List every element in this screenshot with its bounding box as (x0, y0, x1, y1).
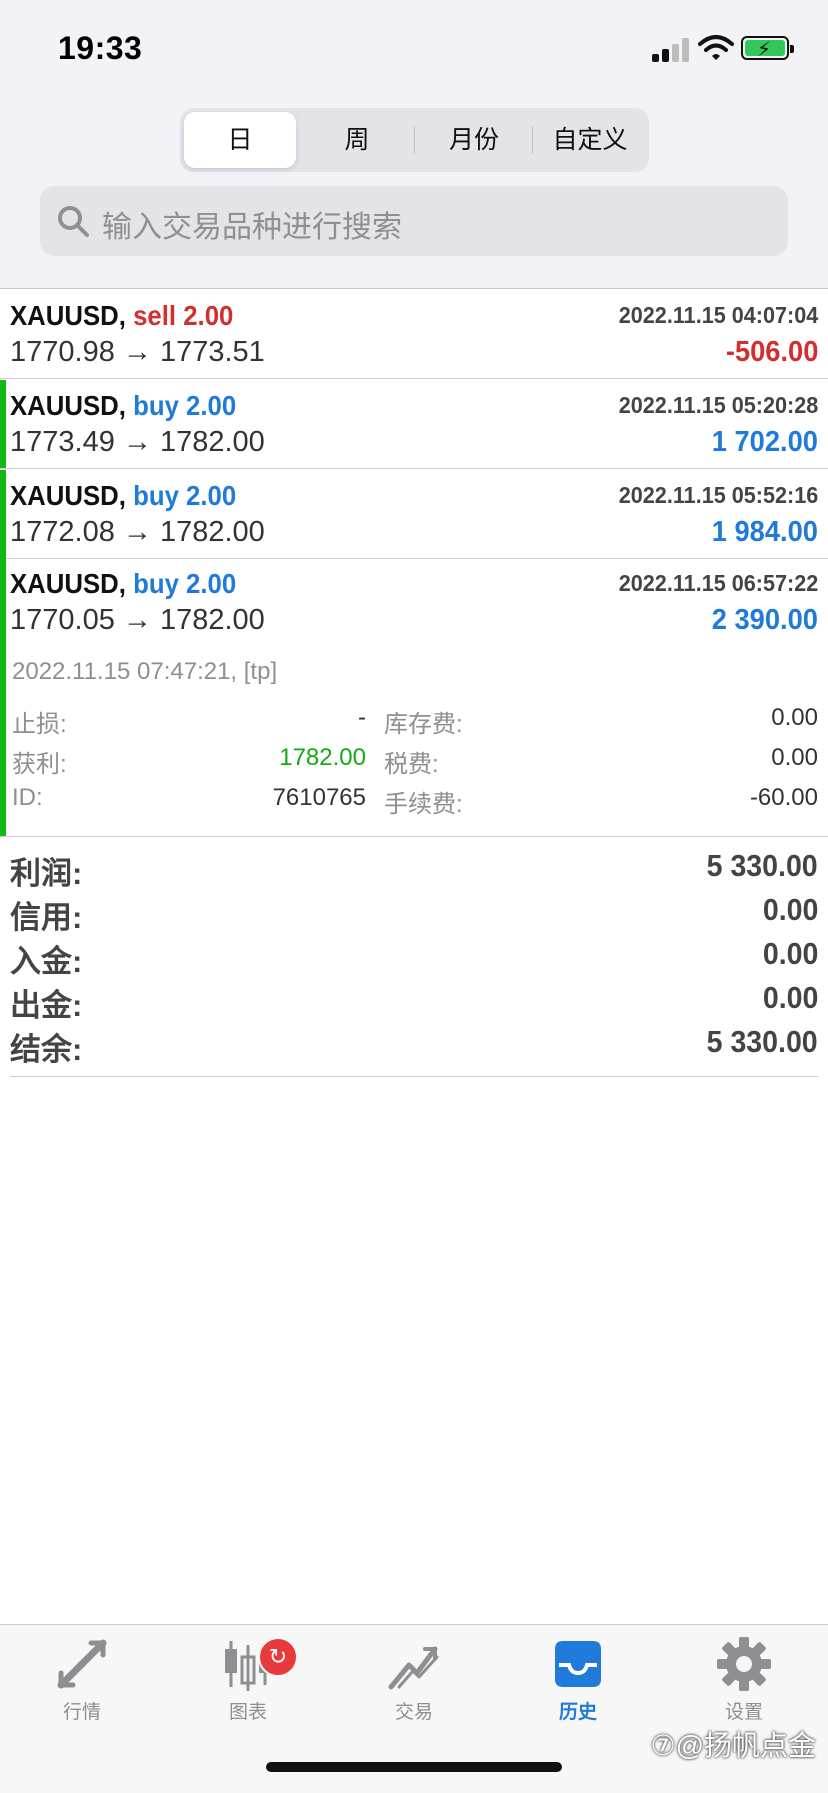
summary-value: 0.00 (762, 980, 818, 1015)
trade-prices: 1770.98 → 1773.51 (10, 336, 265, 368)
trade-chart-icon (388, 1646, 439, 1690)
battery-icon: ⚡ (741, 36, 794, 61)
trade-details: 2022.11.15 07:47:21, [tp] 止损: - 库存费: 0.0… (0, 558, 828, 837)
account-summary: 利润: 5 330.00 信用: 0.00 入金: 0.00 出金: 0.00 … (10, 836, 818, 1077)
search-placeholder: 输入交易品种进行搜索 (102, 211, 402, 244)
period-segmented-control: 日 周 月份 自定义 (180, 108, 649, 172)
trade-profit: 1 984.00 (711, 516, 818, 548)
cellular-signal-icon (652, 36, 692, 62)
trade-side: sell 2.00 (133, 300, 234, 331)
trade-symbol: XAUUSD, (10, 390, 126, 421)
segment-custom[interactable]: 自定义 (536, 112, 644, 168)
trade-side: buy 2.00 (133, 568, 237, 599)
trade-row[interactable]: XAUUSD, buy 2.00 2022.11.15 05:52:16 177… (0, 470, 828, 559)
trade-datetime: 2022.11.15 05:20:28 (618, 392, 818, 418)
home-indicator[interactable] (266, 1762, 562, 1772)
trade-profit: -506.00 (725, 336, 818, 368)
tax-label: 税费: (384, 751, 439, 778)
swap-label: 库存费: (384, 711, 463, 738)
trade-datetime: 2022.11.15 06:57:22 (618, 570, 818, 596)
trade-row[interactable]: XAUUSD, buy 2.00 2022.11.15 05:20:28 177… (0, 380, 828, 469)
take-profit-label: 获利: (12, 751, 67, 778)
trade-prices: 1772.08 → 1782.00 (10, 516, 265, 548)
tab-label: 历史 (558, 1702, 597, 1723)
id-label: ID: (12, 784, 43, 811)
refresh-badge-icon: ↻ (258, 1637, 298, 1677)
segment-week[interactable]: 周 (302, 112, 412, 168)
swap-value: 0.00 (771, 704, 818, 731)
tax-value: 0.00 (771, 744, 818, 771)
status-bar: 19:33 ⚡ (0, 0, 828, 100)
commission-label: 手续费: (384, 791, 463, 818)
id-value: 7610765 (272, 784, 366, 811)
tab-label: 行情 (62, 1702, 101, 1723)
summary-label: 结余: (10, 1032, 83, 1067)
summary-row-profit: 利润: 5 330.00 (10, 846, 818, 891)
summary-label: 入金: (10, 944, 83, 979)
trade-indicator-bar (0, 380, 6, 468)
trade-symbol: XAUUSD, (10, 480, 126, 511)
symbol-search-input[interactable]: 输入交易品种进行搜索 (40, 186, 788, 256)
summary-row-credit: 信用: 0.00 (10, 890, 818, 935)
tab-label: 交易 (394, 1702, 433, 1723)
trade-symbol: XAUUSD, (10, 300, 126, 331)
quotes-arrows-icon (57, 1639, 107, 1689)
gear-icon (717, 1637, 771, 1691)
trade-prices: 1770.05 → 1782.00 (10, 604, 265, 636)
stop-loss-value: - (358, 704, 366, 731)
status-time: 19:33 (58, 30, 143, 66)
trade-row[interactable]: XAUUSD, sell 2.00 2022.11.15 04:07:04 17… (0, 290, 828, 379)
summary-row-withdrawal: 出金: 0.00 (10, 978, 818, 1023)
tab-quotes[interactable]: 行情 (22, 1635, 142, 1745)
trade-datetime: 2022.11.15 05:52:16 (618, 482, 818, 508)
trade-profit: 1 702.00 (711, 426, 818, 458)
tab-history[interactable]: 历史 (518, 1635, 638, 1745)
summary-value: 0.00 (762, 892, 818, 927)
close-time-info: 2022.11.15 07:47:21, [tp] (12, 658, 278, 685)
trade-side: buy 2.00 (133, 390, 237, 421)
trade-prices: 1773.49 → 1782.00 (10, 426, 265, 458)
summary-row-balance: 结余: 5 330.00 (10, 1022, 818, 1067)
trade-row-expanded[interactable]: XAUUSD, buy 2.00 2022.11.15 06:57:22 177… (0, 558, 828, 646)
segment-day[interactable]: 日 (184, 112, 296, 168)
trade-indicator-bar (0, 558, 6, 836)
summary-label: 利润: (10, 856, 83, 891)
trade-datetime: 2022.11.15 04:07:04 (618, 302, 818, 328)
search-icon (58, 206, 89, 237)
stop-loss-label: 止损: (12, 711, 67, 738)
segment-month[interactable]: 月份 (418, 112, 530, 168)
commission-value: -60.00 (749, 784, 818, 811)
summary-label: 信用: (10, 900, 83, 935)
trade-profit: 2 390.00 (711, 604, 818, 636)
trade-side: buy 2.00 (133, 480, 237, 511)
trade-indicator-bar (0, 470, 6, 558)
watermark-text: ⑦@扬帆点金 (650, 1730, 816, 1761)
summary-value: 0.00 (762, 936, 818, 971)
summary-value: 5 330.00 (706, 848, 818, 883)
summary-label: 出金: (10, 988, 83, 1023)
tab-chart[interactable]: ↻ 图表 (188, 1635, 308, 1745)
tab-trade[interactable]: 交易 (354, 1635, 474, 1745)
summary-value: 5 330.00 (706, 1024, 818, 1059)
summary-row-deposit: 入金: 0.00 (10, 934, 818, 979)
tab-label: 图表 (228, 1702, 267, 1723)
take-profit-value: 1782.00 (279, 744, 366, 771)
history-inbox-icon (555, 1641, 601, 1687)
tab-label: 设置 (724, 1702, 763, 1723)
trade-symbol: XAUUSD, (10, 568, 126, 599)
wifi-icon (698, 35, 734, 60)
